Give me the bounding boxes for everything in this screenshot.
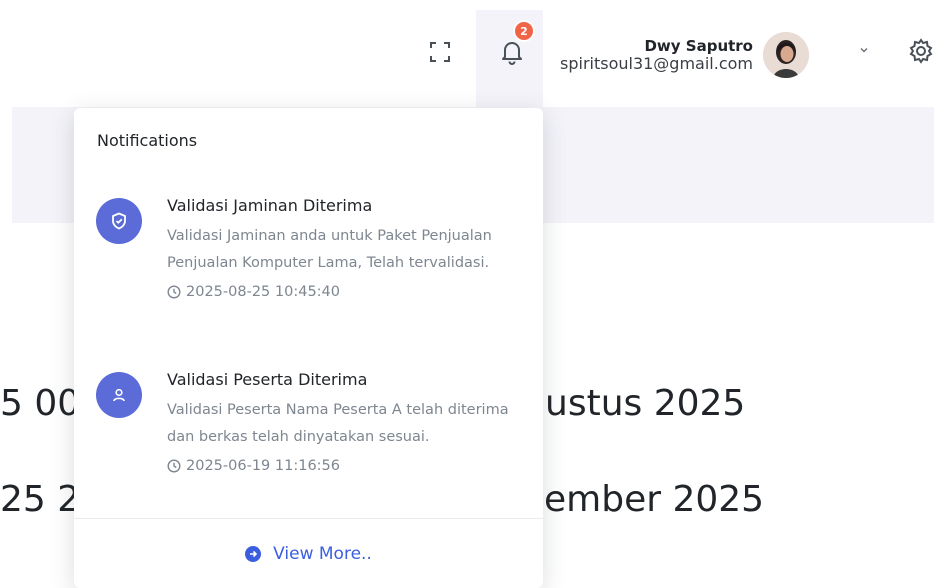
- user-email: spiritsoul31@gmail.com: [560, 54, 753, 73]
- background-text: ustus 2025: [545, 383, 746, 424]
- view-more-link[interactable]: View More..: [245, 544, 372, 564]
- notification-description: Validasi Peserta Nama Peserta A telah di…: [167, 402, 509, 445]
- notifications-title: Notifications: [97, 131, 198, 150]
- fullscreen-button[interactable]: [418, 30, 462, 74]
- notification-title: Validasi Peserta Diterima: [167, 370, 368, 389]
- notification-time-text: 2025-08-25 10:45:40: [186, 284, 340, 300]
- user-menu[interactable]: Dwy Saputro spiritsoul31@gmail.com: [560, 30, 809, 80]
- bell-icon: [502, 42, 522, 65]
- notification-body: Validasi Jaminan Diterima Validasi Jamin…: [167, 195, 517, 305]
- user-name: Dwy Saputro: [644, 37, 753, 55]
- notification-time: 2025-08-25 10:45:40: [167, 279, 517, 305]
- clock-icon: [167, 285, 181, 299]
- background-text: 25 2: [0, 479, 81, 520]
- notifications-dropdown: Notifications Validasi Jaminan Diterima …: [74, 108, 543, 588]
- notification-time: 2025-06-19 11:16:56: [167, 453, 517, 479]
- notifications-footer: View More..: [74, 518, 543, 588]
- user-icon: [96, 372, 142, 418]
- arrow-right-circle-icon: [245, 545, 262, 562]
- view-more-label: View More..: [273, 543, 372, 564]
- fullscreen-icon: [430, 42, 450, 62]
- user-info: Dwy Saputro spiritsoul31@gmail.com: [560, 37, 753, 73]
- notification-count-badge: 2: [513, 20, 535, 42]
- chevron-down-icon[interactable]: [858, 44, 870, 56]
- gear-icon[interactable]: [908, 38, 934, 64]
- notification-title: Validasi Jaminan Diterima: [167, 196, 373, 215]
- background-text: 5 00: [0, 383, 81, 424]
- shield-check-icon: [96, 198, 142, 244]
- notification-time-text: 2025-06-19 11:16:56: [186, 458, 340, 474]
- clock-icon: [167, 459, 181, 473]
- topbar: 2 Dwy Saputro spiritsoul31@gmail.com: [0, 0, 934, 107]
- background-text: ember 2025: [544, 479, 765, 520]
- notification-description: Validasi Jaminan anda untuk Paket Penjua…: [167, 228, 492, 271]
- notification-body: Validasi Peserta Diterima Validasi Peser…: [167, 369, 517, 479]
- avatar[interactable]: [763, 32, 809, 78]
